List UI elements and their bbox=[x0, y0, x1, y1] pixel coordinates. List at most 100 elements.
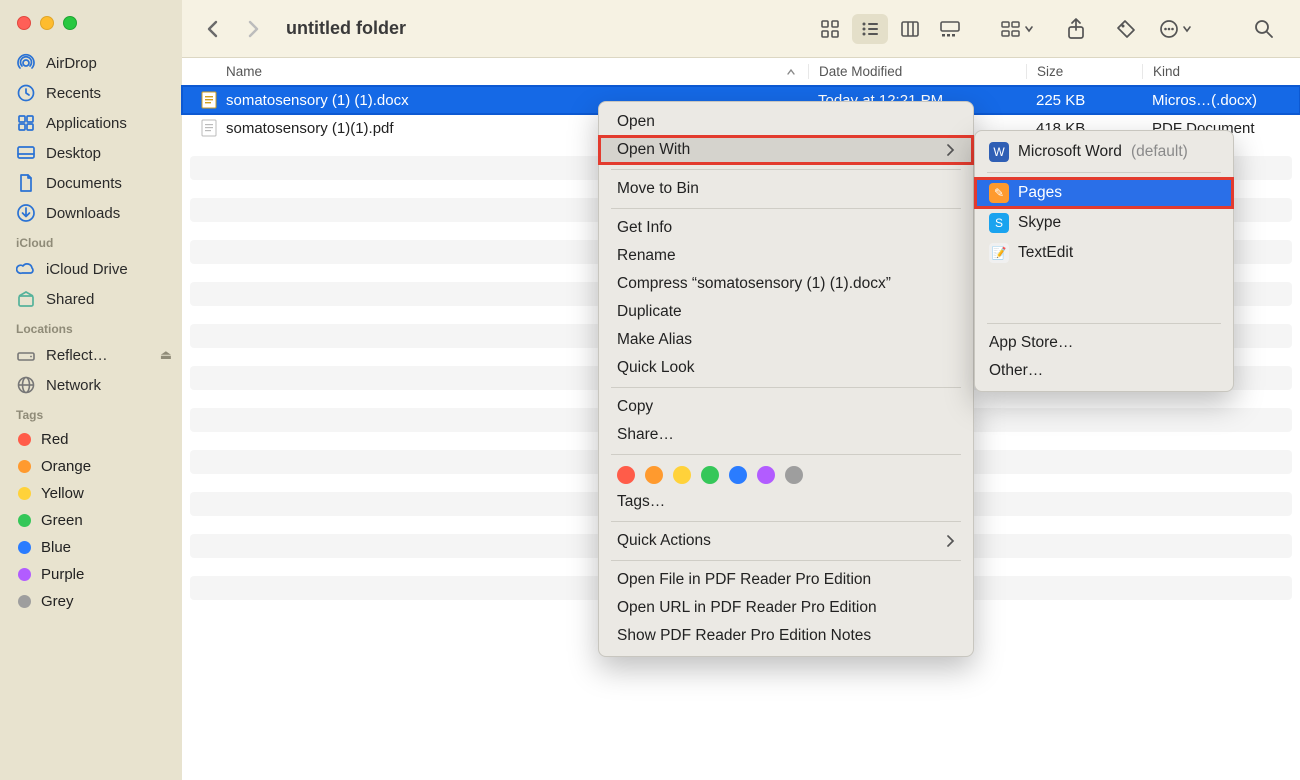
sidebar-section-icloud: iCloud bbox=[0, 228, 182, 254]
ctx-quick-look[interactable]: Quick Look bbox=[599, 354, 973, 382]
chevron-down-icon bbox=[1182, 24, 1192, 34]
ctx-separator bbox=[611, 521, 961, 522]
tags-button[interactable] bbox=[1108, 14, 1144, 44]
ctx-get-info[interactable]: Get Info bbox=[599, 214, 973, 242]
tag-label: Grey bbox=[41, 593, 74, 610]
ctx-open[interactable]: Open bbox=[599, 108, 973, 136]
sidebar-tag-red[interactable]: Red bbox=[0, 426, 182, 453]
sidebar-item-desktop[interactable]: Desktop bbox=[0, 138, 182, 168]
action-button[interactable] bbox=[1158, 18, 1192, 40]
ctx-separator bbox=[611, 387, 961, 388]
tag-label: Yellow bbox=[41, 485, 84, 502]
open-with-pages[interactable]: ✎ Pages bbox=[975, 178, 1233, 208]
ctx-copy[interactable]: Copy bbox=[599, 393, 973, 421]
app-label: Pages bbox=[1018, 184, 1062, 202]
zoom-window-button[interactable] bbox=[63, 16, 77, 30]
tag-color-swatch[interactable] bbox=[673, 466, 691, 484]
file-size: 225 KB bbox=[1026, 92, 1142, 109]
main-pane: untitled folder bbox=[182, 0, 1300, 780]
clock-icon bbox=[16, 83, 36, 103]
column-size[interactable]: Size bbox=[1026, 64, 1142, 79]
sidebar-item-label: Network bbox=[46, 377, 101, 394]
downloads-icon bbox=[16, 203, 36, 223]
open-with-microsoft-word[interactable]: WMicrosoft Word(default) bbox=[975, 137, 1233, 167]
forward-button[interactable] bbox=[240, 15, 266, 43]
ctx-share[interactable]: Share… bbox=[599, 421, 973, 449]
app-default-suffix: (default) bbox=[1131, 143, 1188, 161]
gallery-view-button[interactable] bbox=[932, 14, 968, 44]
tag-label: Orange bbox=[41, 458, 91, 475]
search-button[interactable] bbox=[1246, 14, 1282, 44]
tag-color-swatch[interactable] bbox=[701, 466, 719, 484]
sidebar-item-reflect-[interactable]: Reflect…⏏ bbox=[0, 340, 182, 370]
sidebar-item-airdrop[interactable]: AirDrop bbox=[0, 48, 182, 78]
tag-color-dot bbox=[18, 487, 31, 500]
list-view-button[interactable] bbox=[852, 14, 888, 44]
app-icon: 📝 bbox=[989, 243, 1009, 263]
ctx-separator bbox=[987, 323, 1221, 324]
tag-label: Green bbox=[41, 512, 83, 529]
sidebar-item-recents[interactable]: Recents bbox=[0, 78, 182, 108]
ctx-open-url-pdf[interactable]: Open URL in PDF Reader Pro Edition bbox=[599, 594, 973, 622]
pdf-icon bbox=[200, 119, 218, 137]
view-switcher bbox=[812, 14, 968, 44]
sidebar-tag-orange[interactable]: Orange bbox=[0, 453, 182, 480]
back-button[interactable] bbox=[200, 15, 226, 43]
sidebar-item-shared[interactable]: Shared bbox=[0, 284, 182, 314]
sidebar-tag-yellow[interactable]: Yellow bbox=[0, 480, 182, 507]
minimize-window-button[interactable] bbox=[40, 16, 54, 30]
app-label: Skype bbox=[1018, 214, 1061, 232]
submenu-other[interactable]: Other… bbox=[975, 357, 1233, 385]
ctx-separator bbox=[611, 454, 961, 455]
file-kind: Micros…(.docx) bbox=[1142, 92, 1300, 109]
submenu-app-store[interactable]: App Store… bbox=[975, 329, 1233, 357]
ctx-open-file-pdf[interactable]: Open File in PDF Reader Pro Edition bbox=[599, 566, 973, 594]
sidebar-item-downloads[interactable]: Downloads bbox=[0, 198, 182, 228]
close-window-button[interactable] bbox=[17, 16, 31, 30]
sidebar-item-label: Documents bbox=[46, 175, 122, 192]
sidebar-tag-blue[interactable]: Blue bbox=[0, 534, 182, 561]
tag-color-swatch[interactable] bbox=[729, 466, 747, 484]
eject-icon[interactable]: ⏏ bbox=[160, 347, 172, 363]
desktop-icon bbox=[16, 143, 36, 163]
ctx-compress[interactable]: Compress “somatosensory (1) (1).docx” bbox=[599, 270, 973, 298]
ctx-duplicate[interactable]: Duplicate bbox=[599, 298, 973, 326]
ctx-quick-actions[interactable]: Quick Actions bbox=[599, 527, 973, 555]
open-with-textedit[interactable]: 📝TextEdit bbox=[975, 238, 1233, 268]
chevron-down-icon bbox=[1024, 24, 1034, 34]
sidebar-item-applications[interactable]: Applications bbox=[0, 108, 182, 138]
column-date-modified[interactable]: Date Modified bbox=[808, 64, 1026, 79]
window-controls bbox=[0, 10, 182, 48]
sidebar-item-network[interactable]: Network bbox=[0, 370, 182, 400]
ctx-show-pdf-notes[interactable]: Show PDF Reader Pro Edition Notes bbox=[599, 622, 973, 650]
toolbar: untitled folder bbox=[182, 0, 1300, 58]
ctx-move-to-bin[interactable]: Move to Bin bbox=[599, 175, 973, 203]
icon-view-button[interactable] bbox=[812, 14, 848, 44]
tag-color-swatch[interactable] bbox=[785, 466, 803, 484]
ctx-open-with[interactable]: Open With bbox=[599, 136, 973, 164]
tag-color-swatch[interactable] bbox=[757, 466, 775, 484]
ctx-make-alias[interactable]: Make Alias bbox=[599, 326, 973, 354]
column-view-button[interactable] bbox=[892, 14, 928, 44]
sidebar-tag-grey[interactable]: Grey bbox=[0, 588, 182, 615]
ctx-separator bbox=[987, 172, 1221, 173]
group-by-button[interactable] bbox=[1000, 19, 1034, 39]
sidebar-item-icloud-drive[interactable]: iCloud Drive bbox=[0, 254, 182, 284]
app-icon: ✎ bbox=[989, 183, 1009, 203]
tag-color-swatch[interactable] bbox=[617, 466, 635, 484]
column-kind[interactable]: Kind bbox=[1142, 64, 1300, 79]
sidebar-tag-purple[interactable]: Purple bbox=[0, 561, 182, 588]
ctx-tags[interactable]: Tags… bbox=[599, 488, 973, 516]
app-label: Microsoft Word bbox=[1018, 143, 1122, 161]
tag-label: Red bbox=[41, 431, 69, 448]
sidebar-tag-green[interactable]: Green bbox=[0, 507, 182, 534]
share-button[interactable] bbox=[1058, 14, 1094, 44]
ctx-rename[interactable]: Rename bbox=[599, 242, 973, 270]
open-with-skype[interactable]: SSkype bbox=[975, 208, 1233, 238]
sidebar-item-label: Recents bbox=[46, 85, 101, 102]
sidebar-item-documents[interactable]: Documents bbox=[0, 168, 182, 198]
tag-color-dot bbox=[18, 433, 31, 446]
tag-color-swatch[interactable] bbox=[645, 466, 663, 484]
ctx-tag-colors bbox=[599, 460, 973, 488]
column-name[interactable]: Name bbox=[226, 64, 808, 79]
